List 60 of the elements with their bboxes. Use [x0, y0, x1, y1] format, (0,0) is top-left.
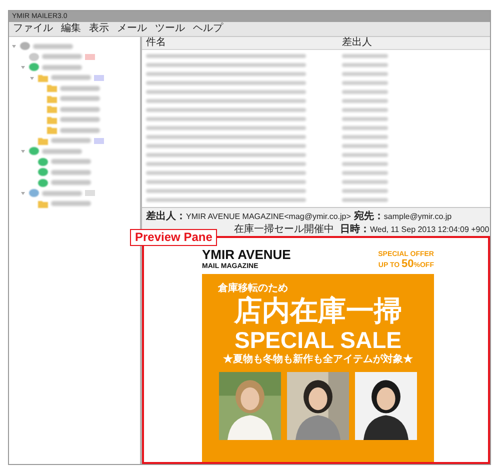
blurred-label: [51, 180, 91, 186]
blurred-label: [42, 54, 82, 60]
blurred-sender: [342, 72, 388, 76]
expand-icon[interactable]: [21, 149, 25, 154]
brand-title: YMIR AVENUE: [202, 248, 291, 262]
column-header[interactable]: 件名: [142, 38, 342, 48]
blurred-label: [60, 106, 100, 112]
preview-pane-callout: Preview Pane: [130, 229, 218, 246]
blurred-sender: [342, 170, 388, 174]
menu-item[interactable]: メール: [117, 24, 147, 34]
blurred-label: [51, 75, 91, 80]
date-text: Wed, 11 Sep 2013 12:04:09 +900: [370, 224, 490, 236]
from-label: 差出人：: [146, 210, 186, 224]
subject-text: 在庫一掃セール開催中: [234, 222, 334, 237]
blurred-sender: [342, 198, 388, 202]
blurred-sender: [342, 98, 388, 102]
blurred-label: [51, 138, 91, 144]
blurred-label: [42, 148, 82, 154]
menu-item[interactable]: ファイル: [13, 24, 53, 34]
menu-item[interactable]: ヘルプ: [193, 24, 223, 34]
expand-icon[interactable]: [21, 65, 25, 70]
blurred-sender: [342, 144, 388, 148]
blurred-sender: [342, 162, 388, 166]
blurred-sender: [342, 134, 388, 138]
blurred-sender: [342, 126, 388, 130]
menu-item[interactable]: 編集: [61, 24, 81, 34]
blurred-label: [33, 44, 73, 49]
blurred-label: [51, 201, 91, 206]
banner-tagline: ★夏物も冬物も新作も全アイテムが対象★: [223, 353, 413, 367]
from-address: YMIR AVENUE MAGAZINE<mag@ymir.co.jp>: [186, 211, 351, 223]
blurred-sender: [342, 54, 388, 58]
blurred-sender: [342, 80, 388, 84]
blurred-label: [60, 96, 100, 102]
blurred-label: [60, 117, 100, 122]
blurred-sender: [342, 62, 388, 66]
blurred-sender: [342, 152, 388, 156]
expand-icon[interactable]: [30, 76, 34, 80]
blurred-label: [51, 170, 91, 175]
banner-headline: 店内在庫一掃: [234, 295, 402, 327]
to-label: 宛先：: [354, 210, 384, 224]
blurred-label: [42, 64, 82, 70]
banner-sale: SPECIAL SALE: [234, 327, 402, 353]
expand-icon[interactable]: [12, 44, 16, 48]
blurred-label: [60, 86, 100, 91]
blurred-sender: [342, 108, 388, 112]
folder-icon: [38, 200, 48, 208]
blurred-label: [60, 128, 100, 133]
blurred-sender: [342, 116, 388, 120]
column-header[interactable]: 差出人: [342, 38, 372, 48]
blurred-sender: [342, 90, 388, 94]
blurred-sender: [342, 188, 388, 192]
expand-icon[interactable]: [21, 191, 25, 196]
menu-item[interactable]: 表示: [89, 24, 109, 34]
blurred-label: [51, 159, 91, 164]
blurred-sender: [342, 180, 388, 184]
to-address: sample@ymir.co.jp: [384, 211, 452, 223]
blurred-label: [42, 190, 82, 196]
menu-item[interactable]: ツール: [155, 24, 185, 34]
banner-kicker: 倉庫移転のため: [218, 282, 288, 295]
date-label: 日時：: [340, 222, 370, 237]
